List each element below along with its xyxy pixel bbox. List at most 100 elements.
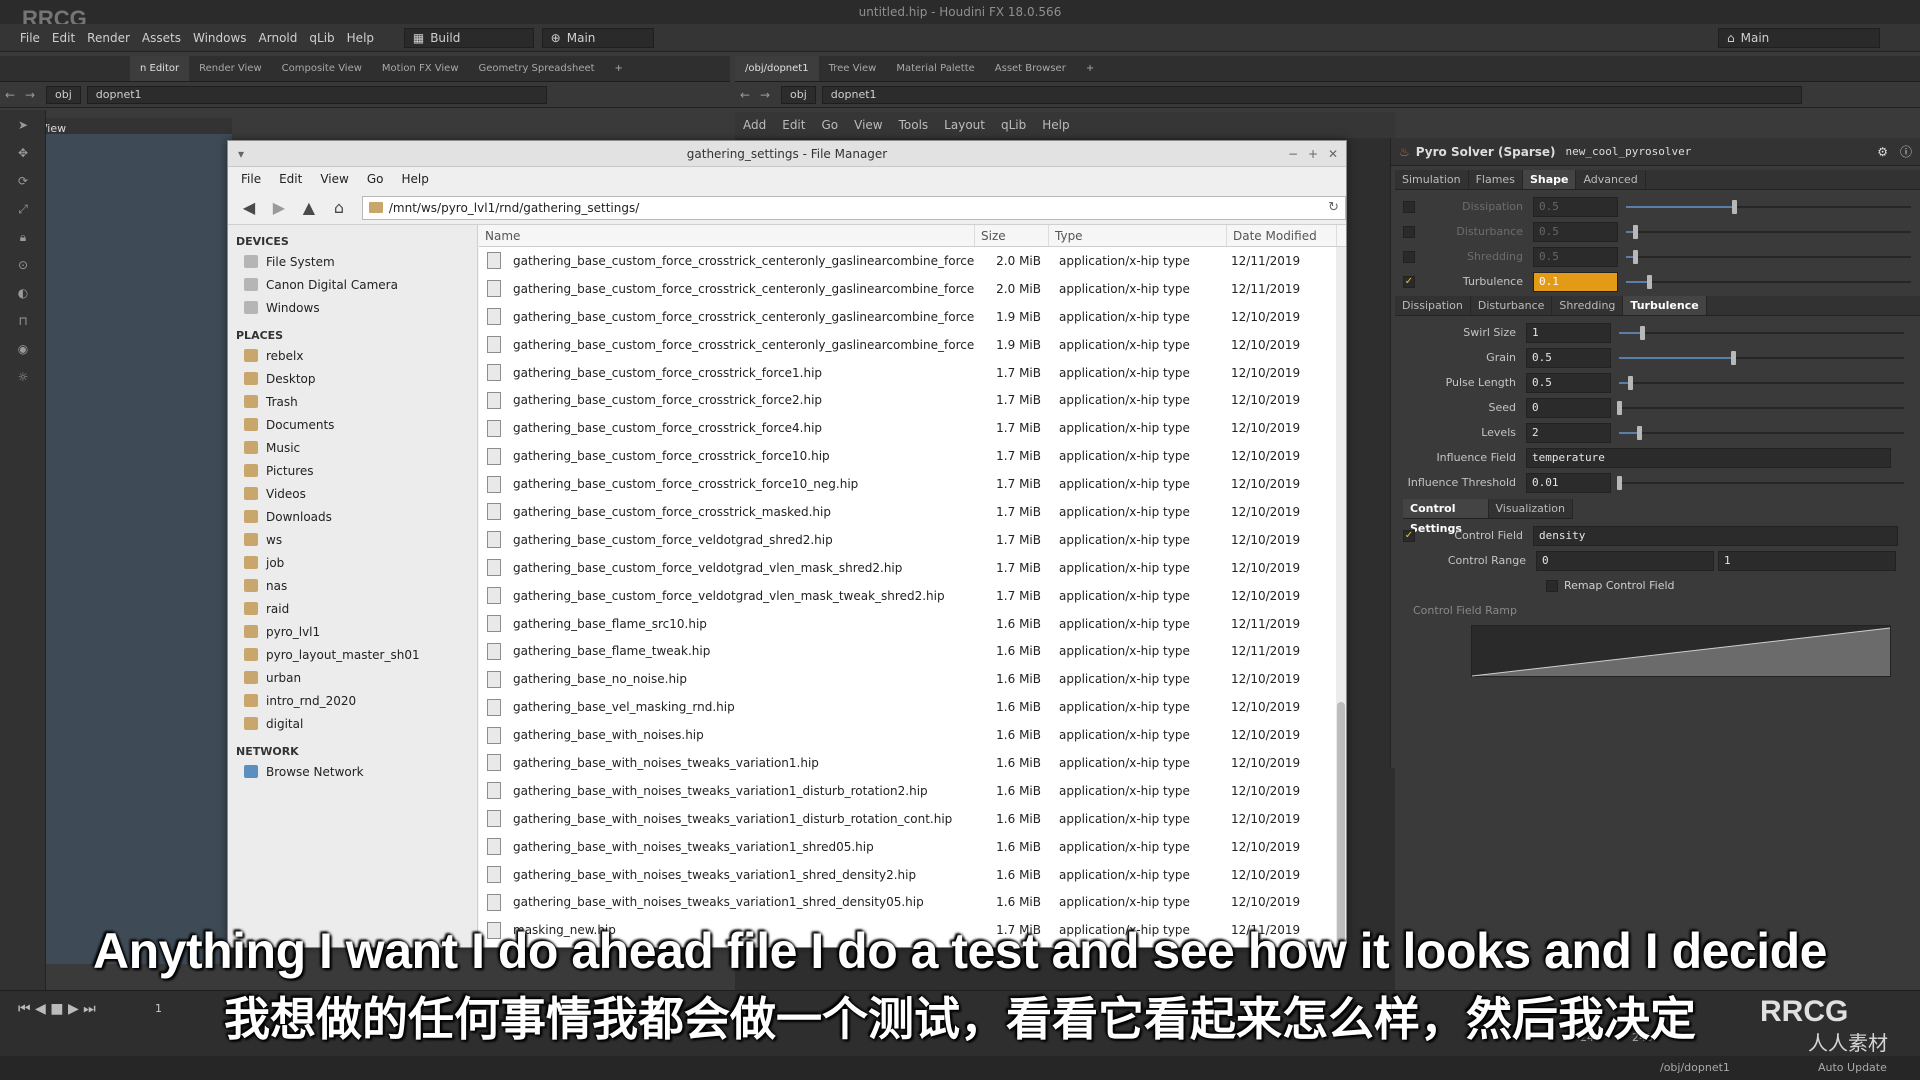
reload-icon[interactable]: ↻	[1328, 200, 1339, 215]
table-row[interactable]: gathering_base_custom_force_crosstrick_c…	[479, 303, 1346, 331]
sidebar-item[interactable]: ws	[228, 528, 477, 551]
back-arrow-icon[interactable]: ◀	[234, 198, 264, 217]
table-row[interactable]: gathering_base_custom_force_crosstrick_m…	[479, 498, 1346, 526]
table-row[interactable]: gathering_base_with_noises_tweaks_variat…	[479, 833, 1346, 861]
shape-toggle[interactable]: ✓	[1403, 275, 1415, 288]
menu-edit[interactable]: Edit	[46, 24, 81, 52]
subtab-dissipation[interactable]: Dissipation	[1395, 296, 1471, 315]
desktop-main-combo[interactable]: ⊕ Main	[541, 28, 654, 48]
turbulence-value[interactable]: 0.5	[1526, 347, 1611, 368]
table-row[interactable]: gathering_base_flame_tweak.hip 1.6 MiB app…	[479, 637, 1346, 665]
add-tab-icon[interactable]: +	[605, 56, 633, 81]
menu-qlib[interactable]: qLib	[303, 24, 340, 52]
menu-arnold[interactable]: Arnold	[253, 24, 304, 52]
subtab-disturbance[interactable]: Disturbance	[1471, 296, 1553, 315]
shape-slider[interactable]	[1626, 222, 1911, 242]
sidebar-item[interactable]: Browse Network	[228, 760, 477, 783]
add-tab-icon[interactable]: +	[1076, 56, 1104, 81]
influence-threshold-slider[interactable]	[1617, 473, 1904, 493]
sidebar-item[interactable]: Music	[228, 436, 477, 459]
table-row[interactable]: gathering_base_custom_force_veldotgrad_v…	[479, 582, 1346, 610]
table-row[interactable]: gathering_base_custom_force_crosstrick_f…	[479, 359, 1346, 387]
back-icon[interactable]: ←	[735, 88, 755, 102]
sidebar-item[interactable]: Videos	[228, 482, 477, 505]
net-menu-edit[interactable]: Edit	[774, 118, 813, 132]
influence-field-input[interactable]: temperature	[1526, 447, 1891, 468]
path-obj[interactable]: obj	[46, 85, 81, 104]
table-row[interactable]: gathering_base_with_noises_tweaks_variat…	[479, 888, 1346, 916]
shape-toggle[interactable]	[1403, 225, 1415, 238]
menu-file[interactable]: File	[14, 24, 46, 52]
table-row[interactable]: gathering_base_with_noises_tweaks_variat…	[479, 861, 1346, 889]
fm-menu-go[interactable]: Go	[358, 172, 393, 186]
menu-windows[interactable]: Windows	[187, 24, 253, 52]
net-menu-qlib[interactable]: qLib	[993, 118, 1034, 132]
magnet-icon[interactable]: ⊓	[0, 308, 46, 334]
control-range-max[interactable]: 1	[1718, 550, 1896, 571]
sidebar-item[interactable]: urban	[228, 666, 477, 689]
sidebar-item[interactable]: pyro_layout_master_sh01	[228, 643, 477, 666]
shape-toggle[interactable]	[1403, 200, 1415, 213]
table-row[interactable]: gathering_base_no_noise.hip 1.6 MiB applic…	[479, 665, 1346, 693]
home-icon[interactable]: ⌂	[324, 198, 354, 217]
tab-simulation[interactable]: Simulation	[1395, 170, 1469, 189]
net-menu-tools[interactable]: Tools	[891, 118, 937, 132]
shape-value[interactable]: 0.1	[1533, 271, 1618, 292]
auto-update-button[interactable]: Auto Update	[1818, 1061, 1887, 1074]
scroll-thumb[interactable]	[1337, 702, 1345, 942]
tab-composite-view[interactable]: Composite View	[272, 56, 372, 81]
column-name[interactable]: Name	[479, 225, 975, 246]
tab-obj-dopnet1[interactable]: /obj/dopnet1	[735, 56, 819, 81]
fm-menu-file[interactable]: File	[232, 172, 270, 186]
turbulence-value[interactable]: 2	[1526, 422, 1611, 443]
transform-icon[interactable]: ✥	[0, 140, 46, 166]
turbulence-slider[interactable]	[1619, 348, 1904, 368]
turbulence-slider[interactable]	[1619, 323, 1904, 343]
shape-value[interactable]: 0.5	[1533, 246, 1618, 267]
sidebar-item[interactable]: Canon Digital Camera	[228, 273, 477, 296]
control-field-toggle[interactable]: ✓	[1403, 529, 1415, 542]
table-row[interactable]: gathering_base_with_noises_tweaks_variat…	[479, 777, 1346, 805]
sidebar-item[interactable]: intro_rnd_2020	[228, 689, 477, 712]
light-icon[interactable]: ☼	[0, 364, 46, 390]
subtab-turbulence[interactable]: Turbulence	[1623, 296, 1707, 315]
rotate-icon[interactable]: ⟳	[0, 168, 46, 194]
sidebar-item[interactable]: Pictures	[228, 459, 477, 482]
sidebar-item[interactable]: Desktop	[228, 367, 477, 390]
select-icon[interactable]: ➤	[0, 112, 46, 138]
snap-icon[interactable]: ⊙	[0, 252, 46, 278]
desktop-right-combo[interactable]: ⌂ Main	[1718, 28, 1880, 48]
tab-flames[interactable]: Flames	[1469, 170, 1523, 189]
sidebar-item[interactable]: File System	[228, 250, 477, 273]
gear-icon[interactable]: ⚙	[1877, 145, 1888, 159]
table-row[interactable]: gathering_base_custom_force_crosstrick_f…	[479, 386, 1346, 414]
tab-shape[interactable]: Shape	[1522, 170, 1577, 189]
back-icon[interactable]: ←	[0, 88, 20, 102]
table-row[interactable]: gathering_base_custom_force_veldotgrad_s…	[479, 526, 1346, 554]
sidebar-item[interactable]: Windows	[228, 296, 477, 319]
column-type[interactable]: Type	[1049, 225, 1227, 246]
up-arrow-icon[interactable]: ▲	[294, 198, 324, 217]
sidebar-item[interactable]: raid	[228, 597, 477, 620]
tab-material-palette[interactable]: Material Palette	[886, 56, 984, 81]
menu-help[interactable]: Help	[341, 24, 380, 52]
tab-control-settings[interactable]: Control Settings	[1403, 499, 1489, 535]
shape-value[interactable]: 0.5	[1533, 221, 1618, 242]
table-row[interactable]: gathering_base_vel_masking_rnd.hip 1.6 Mi…	[479, 693, 1346, 721]
scale-icon[interactable]: ⤢	[0, 196, 46, 222]
table-row[interactable]: gathering_base_with_noises_tweaks_variat…	[479, 805, 1346, 833]
path-dopnet1[interactable]: dopnet1	[86, 85, 547, 104]
lock-icon[interactable]: 🔒︎	[0, 224, 46, 250]
sidebar-item[interactable]: job	[228, 551, 477, 574]
tab-motion-fx-view[interactable]: Motion FX View	[372, 56, 469, 81]
control-ramp[interactable]	[1471, 625, 1891, 677]
sidebar-item[interactable]: Downloads	[228, 505, 477, 528]
forward-icon[interactable]: →	[755, 88, 775, 102]
subtab-shredding[interactable]: Shredding	[1552, 296, 1624, 315]
tab-advanced[interactable]: Advanced	[1576, 170, 1646, 189]
column-size[interactable]: Size	[975, 225, 1049, 246]
menu-assets[interactable]: Assets	[136, 24, 187, 52]
sidebar-item[interactable]: digital	[228, 712, 477, 735]
pose-icon[interactable]: ◐	[0, 280, 46, 306]
shape-slider[interactable]	[1626, 272, 1911, 292]
